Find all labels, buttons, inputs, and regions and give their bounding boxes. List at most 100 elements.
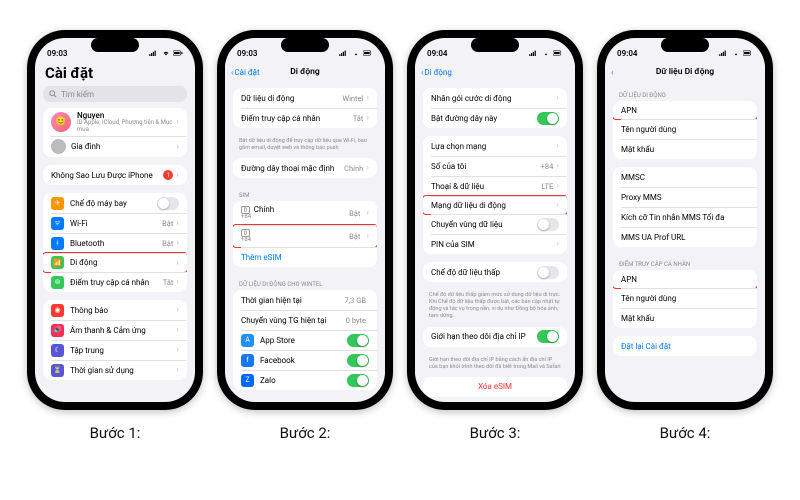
sim2-value: Bật — [349, 232, 360, 241]
network-group: Lựa chọn mạng › Số của tôi +84 › Thoại &… — [423, 136, 567, 254]
notifications-row[interactable]: ◉ Thông báo › — [43, 300, 187, 320]
back-button[interactable]: ‹ Cài đặt — [231, 68, 260, 77]
sim-pin-row[interactable]: PIN của SIM › — [423, 234, 567, 254]
reset-row[interactable]: Đặt lại Cài đặt — [613, 336, 757, 356]
clock: 09:03 — [237, 49, 257, 58]
default-line-row[interactable]: Đường dây thoại mặc định Chính › — [233, 158, 377, 178]
appstore-toggle[interactable] — [347, 334, 369, 347]
delete-esim-row[interactable]: Xóa eSIM — [423, 377, 567, 397]
search-input[interactable]: Tìm kiếm — [43, 86, 187, 102]
data-network-row[interactable]: Mạng dữ liệu di động › — [423, 195, 567, 215]
ip-limit-row[interactable]: Giới hạn theo dõi địa chỉ IP — [423, 327, 567, 347]
data-roaming-toggle[interactable] — [537, 218, 559, 231]
uaprof-row[interactable]: MMS UA Prof URL — [613, 227, 757, 247]
hotspot-apn-row[interactable]: APN — [613, 270, 757, 289]
sounds-label: Âm thanh & Cảm ứng — [70, 326, 176, 335]
screentime-row[interactable]: ⏳ Thời gian sử dụng › — [43, 360, 187, 380]
hotspot-user-row[interactable]: Tên người dùng — [613, 288, 757, 308]
appstore-icon: A — [241, 334, 254, 347]
back-button[interactable]: ‹ Di động — [421, 68, 452, 77]
notch — [661, 38, 709, 52]
wifi-icon — [161, 50, 171, 56]
notch — [281, 38, 329, 52]
plan-label-row[interactable]: Nhãn gói cước di động › — [423, 88, 567, 108]
ip-limit-toggle[interactable] — [537, 330, 559, 343]
focus-label: Tập trung — [70, 346, 176, 355]
wifi-icon — [731, 50, 741, 56]
password-row[interactable]: Mật khẩu — [613, 139, 757, 159]
mms-proxy-row[interactable]: Proxy MMS — [613, 187, 757, 207]
bell-icon: ◉ — [51, 304, 64, 317]
mms-proxy-label: Proxy MMS — [621, 193, 749, 202]
nav-title: Dữ liệu Di động — [656, 67, 714, 77]
chevron-right-icon: › — [366, 208, 369, 218]
bluetooth-label: Bluetooth — [70, 239, 162, 248]
airplane-row[interactable]: ✈ Chế độ máy bay — [43, 193, 187, 213]
hotspot-value: Tắt — [163, 278, 174, 287]
hotspot-user-label: Tên người dùng — [621, 294, 749, 303]
bluetooth-row[interactable]: ᚼ Bluetooth Bật › — [43, 233, 187, 253]
chevron-right-icon: › — [176, 170, 179, 180]
signal-icon — [149, 50, 159, 56]
chevron-right-icon: › — [176, 277, 179, 287]
cellular-row[interactable]: 📶 Di động › — [43, 252, 187, 273]
antenna-icon: 📶 — [51, 256, 64, 269]
apn-row[interactable]: APN — [613, 101, 757, 120]
hotspot-row[interactable]: ⊚ Điểm truy cập cá nhân Tắt › — [43, 272, 187, 292]
cellular-data-row[interactable]: Dữ liệu di động Wintel › — [233, 88, 377, 108]
default-line-value: Chính — [344, 164, 363, 173]
username-row[interactable]: Tên người dùng — [613, 119, 757, 139]
usage-group: Thời gian hiện tại 7,3 GB Chuyển vùng TG… — [233, 290, 377, 390]
facebook-row[interactable]: f Facebook — [233, 350, 377, 370]
back-button[interactable]: ‹ — [611, 68, 613, 77]
low-data-row[interactable]: Chế độ dữ liệu thấp — [423, 262, 567, 282]
my-number-label: Số của tôi — [431, 162, 541, 171]
family-label: Gia đình — [71, 142, 176, 151]
mmsc-row[interactable]: MMSC — [613, 167, 757, 187]
data-roaming-row[interactable]: Chuyển vùng dữ liệu — [423, 214, 567, 234]
wifi-row[interactable]: ᯤ Wi-Fi Bật › — [43, 213, 187, 233]
add-esim-row[interactable]: Thêm eSIM — [233, 247, 377, 267]
apple-id-row[interactable]: 😊 Nguyen ID Apple, iCloud, Phương tiện &… — [43, 108, 187, 136]
roam-period-row[interactable]: Chuyển vùng TG hiện tại 0 byte — [233, 310, 377, 330]
airplane-toggle[interactable] — [157, 197, 179, 210]
sim2-number: +84 — [241, 237, 251, 244]
hotspot-pass-label: Mật khẩu — [621, 314, 749, 323]
chevron-right-icon: › — [556, 141, 559, 151]
period-label: Thời gian hiện tại — [241, 296, 344, 305]
family-row[interactable]: Gia đình › — [43, 136, 187, 157]
caption-3: Bước 3: — [407, 424, 583, 442]
network-selection-row[interactable]: Lựa chọn mạng › — [423, 136, 567, 156]
facebook-label: Facebook — [260, 356, 347, 365]
backup-warning-row[interactable]: Không Sao Lưu Được iPhone 1 › — [43, 165, 187, 185]
enable-line-row[interactable]: Bật đường dây này — [423, 108, 567, 128]
period-row[interactable]: Thời gian hiện tại 7,3 GB — [233, 290, 377, 310]
hotspot-label: Điểm truy cập cá nhân — [70, 278, 163, 287]
hotspot-row[interactable]: Điểm truy cập cá nhân Tắt › — [233, 108, 377, 128]
network-selection-label: Lựa chọn mạng — [431, 142, 556, 151]
voice-data-row[interactable]: Thoại & dữ liệu LTE › — [423, 176, 567, 196]
apn-label: APN — [621, 106, 749, 115]
chevron-left-icon: ‹ — [231, 68, 233, 77]
my-number-row[interactable]: Số của tôi +84 › — [423, 156, 567, 176]
zalo-toggle[interactable] — [347, 374, 369, 387]
sim2-row[interactable]: ▯ +84 Bật› — [233, 224, 377, 248]
default-line-group: Đường dây thoại mặc định Chính › — [233, 158, 377, 178]
appstore-row[interactable]: A App Store — [233, 330, 377, 350]
caption-4: Bước 4: — [597, 424, 773, 442]
hotspot-pass-row[interactable]: Mật khẩu — [613, 308, 757, 328]
facebook-toggle[interactable] — [347, 354, 369, 367]
mms-max-row[interactable]: Kích cỡ Tin nhắn MMS Tối đa — [613, 207, 757, 227]
sim1-row[interactable]: ▯Chính +84 Bật› — [233, 201, 377, 225]
focus-row[interactable]: ☾ Tập trung › — [43, 340, 187, 360]
appstore-label: App Store — [260, 336, 347, 345]
battery-icon — [743, 50, 753, 56]
low-data-toggle[interactable] — [537, 266, 559, 279]
enable-line-toggle[interactable] — [537, 112, 559, 125]
zalo-row[interactable]: Z Zalo — [233, 370, 377, 390]
data-roaming-label: Chuyển vùng dữ liệu — [431, 220, 537, 229]
sounds-row[interactable]: 🔊 Âm thanh & Cảm ứng › — [43, 320, 187, 340]
caption-2: Bước 2: — [217, 424, 393, 442]
screen-settings: 09:03 Cài đặt Tìm kiếm 😊 Nguyen ID Apple… — [35, 38, 195, 402]
cellular-data-value: Wintel — [342, 94, 363, 103]
